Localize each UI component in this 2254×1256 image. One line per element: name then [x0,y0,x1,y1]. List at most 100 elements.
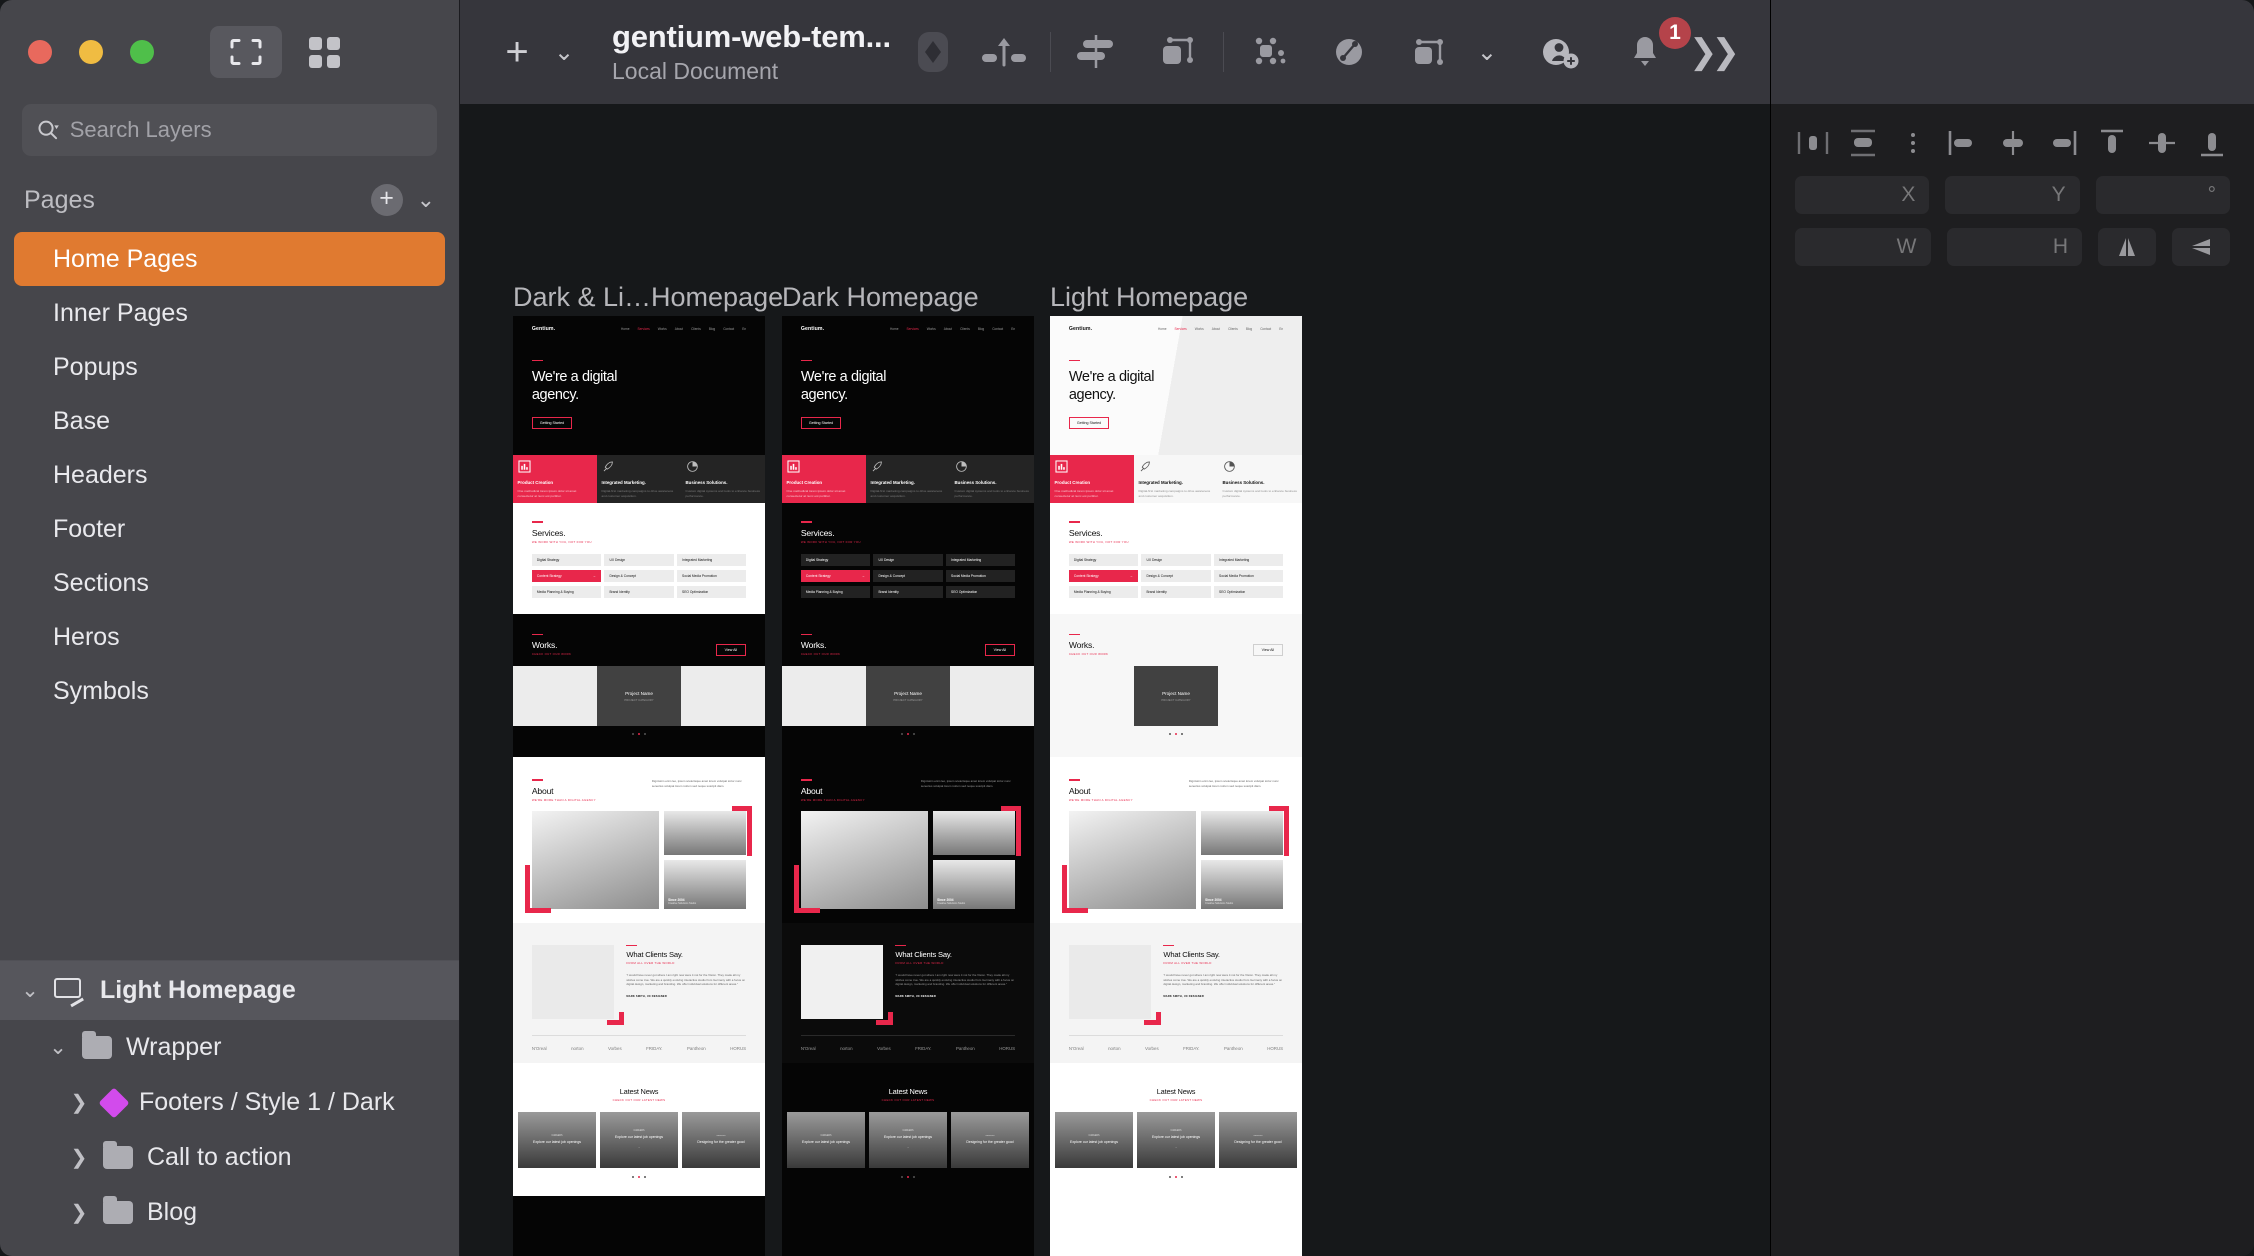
component-button[interactable] [1230,21,1310,83]
mock-service-item-active[interactable]: Content Strategy → [800,569,870,582]
chevron-right-icon[interactable]: ❯ [69,1090,89,1115]
nav-link[interactable]: Contact [723,327,734,331]
mock-service-item[interactable]: Integrated Marketing [1214,553,1284,566]
minimize-window-button[interactable] [79,40,103,64]
mock-news-card[interactable]: CAREERS Explore our latest job openings [787,1111,866,1168]
mock-card-business-solutions[interactable]: Business Solutions. Custom digital syste… [950,455,1034,504]
rotation-field[interactable]: ° [2095,176,2230,214]
mock-service-item-active[interactable]: Content Strategy → [531,569,601,582]
nav-link[interactable]: About [1212,327,1220,331]
mock-works-button[interactable]: View All [1252,644,1284,657]
align-edge-right-icon[interactable] [2044,124,2080,162]
mock-work-card[interactable] [1050,666,1134,727]
mock-carousel-dots[interactable] [513,733,765,736]
mock-service-item[interactable]: Digital Strategy [1068,553,1138,566]
mock-news-card[interactable]: DESIGN Designing for the greater good [682,1111,760,1168]
nav-link[interactable]: Works [927,327,936,331]
mock-service-item[interactable]: Brand Identity [604,585,674,598]
mock-works-button[interactable]: View All [984,644,1016,657]
zoom-window-button[interactable] [130,40,154,64]
nav-link[interactable]: Clients [1228,327,1238,331]
nav-link-active[interactable]: Services [907,327,919,331]
mock-card-integrated-marketing[interactable]: Integrated Marketing. Digital-first mark… [597,455,681,504]
insert-menu-button[interactable]: ⌄ [548,21,586,83]
mock-service-item[interactable]: Brand Identity [873,585,943,598]
nav-link[interactable]: About [944,327,952,331]
chevron-right-icon[interactable]: ❯ [69,1200,89,1225]
nav-link[interactable]: Clients [691,327,701,331]
mock-card-product-creation[interactable]: Product Creation One methodical lorem ip… [782,455,866,504]
nav-link[interactable]: Contact [992,327,1003,331]
x-field[interactable]: X [1795,176,1930,214]
sidebar-item-sections[interactable]: Sections [14,556,445,610]
mock-service-item[interactable]: UX Design [604,553,674,566]
mock-service-item[interactable]: Integrated Marketing [677,553,747,566]
invite-button[interactable] [1521,21,1601,83]
mock-work-card-active[interactable]: Project Name PROJECT CATEGORY [1134,666,1218,727]
align-button[interactable] [1057,21,1137,83]
mock-news-card[interactable]: CAREERS Explore our latest job openings [1055,1111,1134,1168]
artboard-label-1[interactable]: Dark & Li…Homepage [513,282,783,313]
mock-work-card[interactable] [1218,666,1302,727]
mock-card-business-solutions[interactable]: Business Solutions. Custom digital syste… [681,455,765,504]
y-field[interactable]: Y [1945,176,2080,214]
artboard-label-3[interactable]: Light Homepage [1050,282,1248,313]
mock-work-card[interactable] [782,666,866,727]
mock-news-dots[interactable] [513,1175,765,1178]
mock-news-card[interactable]: CAREERS Explore our latest job openings … [600,1111,678,1168]
width-field[interactable]: W [1795,228,1931,266]
align-edge-center-icon[interactable] [1995,124,2031,162]
mock-news-card[interactable]: DESIGN Designing for the greater good [951,1111,1029,1168]
sidebar-item-symbols[interactable]: Symbols [14,664,445,718]
flip-vertical-button[interactable] [2172,228,2230,266]
symbol-button[interactable] [902,21,964,83]
mock-card-business-solutions[interactable]: Business Solutions. Custom digital syste… [1218,455,1302,504]
mock-service-item[interactable]: SEO Optimization [677,585,747,598]
mock-hero-button[interactable]: Getting Started [1068,417,1110,430]
mock-service-item[interactable]: Brand Identity [1141,585,1211,598]
nav-link[interactable]: Blog [709,327,715,331]
align-top-icon[interactable] [2094,124,2130,162]
scale-button[interactable] [1390,21,1470,83]
mock-service-item[interactable]: SEO Optimization [1214,585,1284,598]
chevron-down-icon[interactable]: ⌄ [20,978,40,1003]
nav-link[interactable]: En [1279,327,1283,331]
nav-link[interactable]: Contact [1260,327,1271,331]
sidebar-item-popups[interactable]: Popups [14,340,445,394]
prototype-button[interactable] [1310,21,1390,83]
scale-menu-button[interactable]: ⌄ [1470,21,1510,83]
artboard-light-homepage[interactable]: Gentium. Home Services Works About Clien… [1050,316,1302,1256]
mock-service-item[interactable]: UX Design [1141,553,1211,566]
mock-service-item[interactable]: Social Media Promotion [946,569,1016,582]
layer-row-footers-style-1-dark[interactable]: ❯ Footers / Style 1 / Dark [0,1075,459,1130]
mock-service-item[interactable]: Media Planning & Buying [1068,585,1138,598]
mock-service-item-active[interactable]: Content Strategy → [1068,569,1138,582]
mock-hero-button[interactable]: Getting Started [800,417,842,430]
more-options-icon[interactable] [1895,124,1931,162]
mock-news-dots[interactable] [1050,1175,1302,1178]
nav-link[interactable]: Home [1158,327,1167,331]
mock-hero-button[interactable]: Getting Started [531,417,573,430]
sidebar-item-headers[interactable]: Headers [14,448,445,502]
mock-work-card-active[interactable]: Project Name PROJECT CATEGORY [866,666,950,727]
nav-link[interactable]: En [742,327,746,331]
nav-link[interactable]: Clients [960,327,970,331]
nav-link[interactable]: Blog [978,327,984,331]
document-title-block[interactable]: gentium-web-tem... Local Document [612,19,891,84]
mock-service-item[interactable]: Social Media Promotion [677,569,747,582]
mock-service-item[interactable]: Digital Strategy [531,553,601,566]
mock-carousel-dots[interactable] [1050,733,1302,736]
mock-service-item[interactable]: Integrated Marketing [946,553,1016,566]
mock-carousel-dots[interactable] [782,733,1034,736]
notifications-button[interactable]: 1 [1605,17,1692,83]
nav-link[interactable]: Works [1195,327,1204,331]
layer-row-blog[interactable]: ❯ Blog [0,1185,459,1240]
mock-work-card[interactable] [950,666,1034,727]
nav-link[interactable]: Blog [1246,327,1252,331]
mock-news-card[interactable]: CAREERS Explore our latest job openings … [1137,1111,1215,1168]
group-button[interactable] [1137,21,1217,83]
align-vertical-center-icon[interactable] [2144,124,2180,162]
mock-service-item[interactable]: Social Media Promotion [1214,569,1284,582]
mock-work-card[interactable] [681,666,765,727]
artboard-label-2[interactable]: Dark Homepage [782,282,979,313]
